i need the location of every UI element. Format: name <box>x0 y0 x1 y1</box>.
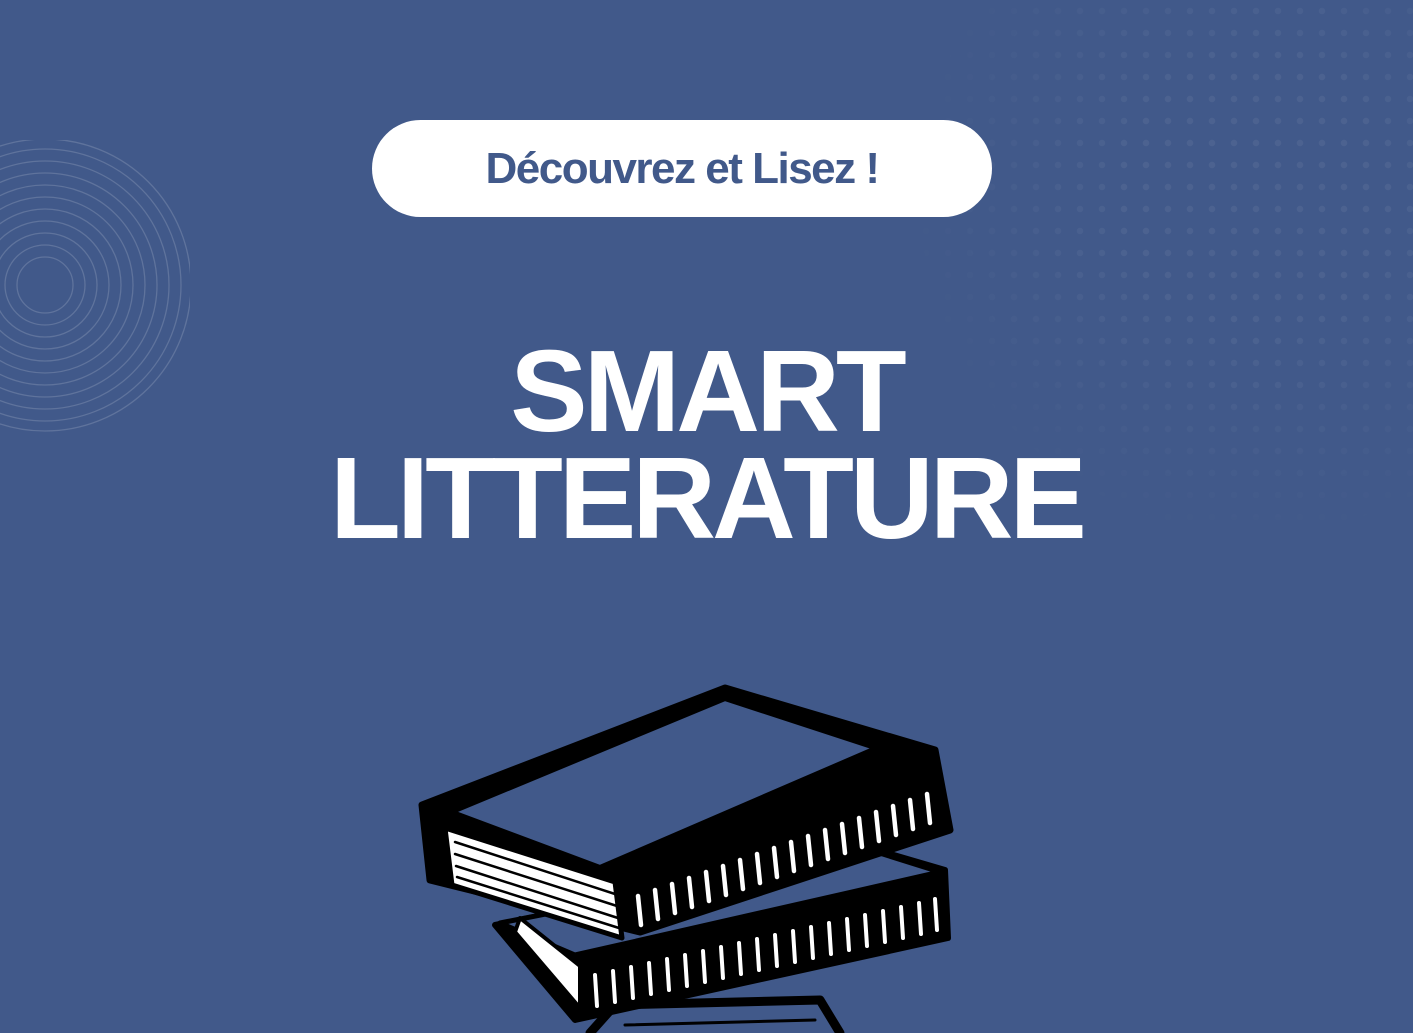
discover-badge: Découvrez et Lisez ! <box>372 120 992 217</box>
discover-badge-text: Découvrez et Lisez ! <box>485 143 880 193</box>
title-line-2: LITTERATURE <box>330 433 1087 563</box>
title-line-1: SMART <box>510 326 906 456</box>
stacked-books-icon <box>418 684 954 1033</box>
